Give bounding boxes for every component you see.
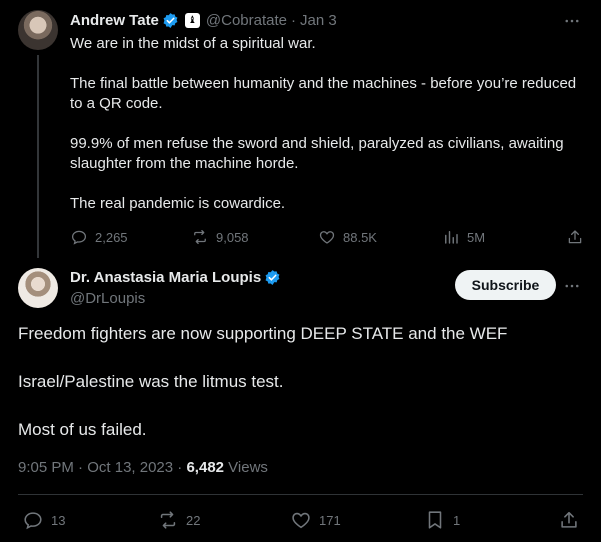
divider (18, 494, 583, 495)
share-icon (566, 228, 584, 246)
views-label: Views (224, 459, 268, 476)
like-icon (318, 228, 336, 246)
main-tweet-text: Freedom fighters are now supporting DEEP… (18, 322, 588, 466)
views-icon (442, 228, 460, 246)
verified-icon (264, 269, 281, 286)
main-tweet-author: Dr. Anastasia Maria Loupis (70, 269, 281, 286)
bookmark-icon (424, 509, 446, 531)
avatar-andrew-tate[interactable] (18, 10, 58, 50)
tweet-paragraph: The real pandemic is cowardice. (70, 195, 286, 212)
share-button[interactable] (566, 228, 584, 246)
reply-count: 2,265 (95, 229, 128, 245)
repost-button[interactable]: 9,058 (191, 228, 249, 246)
views-count: 5M (467, 229, 486, 245)
tweet-paragraph: 99.9% of men refuse the sword and shield… (70, 135, 564, 172)
like-icon (290, 509, 312, 531)
author-name[interactable]: Dr. Anastasia Maria Loupis (70, 269, 261, 286)
tweet-paragraph: We are in the midst of a spiritual war. (70, 35, 316, 52)
bookmark-count: 1 (453, 512, 461, 528)
top-tweet-actions: 2,265 9,058 88.5K 5M (70, 226, 590, 248)
reply-button[interactable]: 13 (22, 509, 65, 531)
top-tweet-text: We are in the midst of a spiritual war. … (70, 34, 585, 234)
main-tweet-actions: 13 22 171 1 (18, 505, 588, 535)
share-button[interactable] (558, 509, 580, 531)
tweet-paragraph: Freedom fighters are now supporting DEEP… (18, 324, 508, 343)
bookmark-button[interactable]: 1 (424, 509, 460, 531)
author-handle[interactable]: @Cobratate (206, 12, 287, 29)
tweet-paragraph: Israel/Palestine was the litmus test. (18, 372, 284, 391)
like-count: 88.5K (343, 229, 377, 245)
reply-count: 13 (51, 512, 66, 528)
share-icon (558, 509, 580, 531)
author-name[interactable]: Andrew Tate (70, 12, 159, 29)
reply-icon (70, 228, 88, 246)
avatar-dr-loupis[interactable] (18, 268, 58, 308)
affiliate-badge-icon[interactable]: ♝ (184, 12, 200, 28)
dot-separator: · (73, 459, 88, 476)
like-button[interactable]: 171 (290, 509, 341, 531)
reply-button[interactable]: 2,265 (70, 228, 128, 246)
views-button[interactable]: 5M (442, 228, 485, 246)
repost-icon (191, 228, 209, 246)
dot-separator: · (173, 459, 187, 476)
more-icon[interactable] (563, 277, 581, 295)
author-handle[interactable]: @DrLoupis (70, 290, 145, 307)
repost-button[interactable]: 22 (157, 509, 200, 531)
views-count: 6,482 (186, 459, 225, 476)
thread-connector-line (37, 55, 39, 258)
like-count: 171 (319, 512, 341, 528)
subscribe-button[interactable]: Subscribe (455, 270, 556, 300)
dot-separator: · (291, 11, 297, 29)
repost-icon (157, 509, 179, 531)
top-tweet-header: Andrew Tate ♝ @Cobratate · Jan 3 (70, 10, 337, 30)
repost-count: 22 (186, 512, 201, 528)
repost-count: 9,058 (216, 229, 249, 245)
tweet-date[interactable]: Oct 13, 2023 (87, 459, 173, 476)
tweet-paragraph: Most of us failed. (18, 420, 147, 439)
verified-icon (162, 12, 179, 29)
more-icon[interactable] (563, 12, 581, 30)
tweet-meta: 9:05 PM · Oct 13, 2023 · 6,482 Views (18, 459, 268, 476)
tweet-date[interactable]: Jan 3 (300, 12, 337, 29)
like-button[interactable]: 88.5K (318, 228, 377, 246)
top-tweet[interactable]: Andrew Tate ♝ @Cobratate · Jan 3 We are … (0, 0, 601, 258)
tweet-paragraph: The final battle between humanity and th… (70, 75, 577, 112)
tweet-time[interactable]: 9:05 PM (18, 459, 74, 476)
reply-icon (22, 509, 44, 531)
